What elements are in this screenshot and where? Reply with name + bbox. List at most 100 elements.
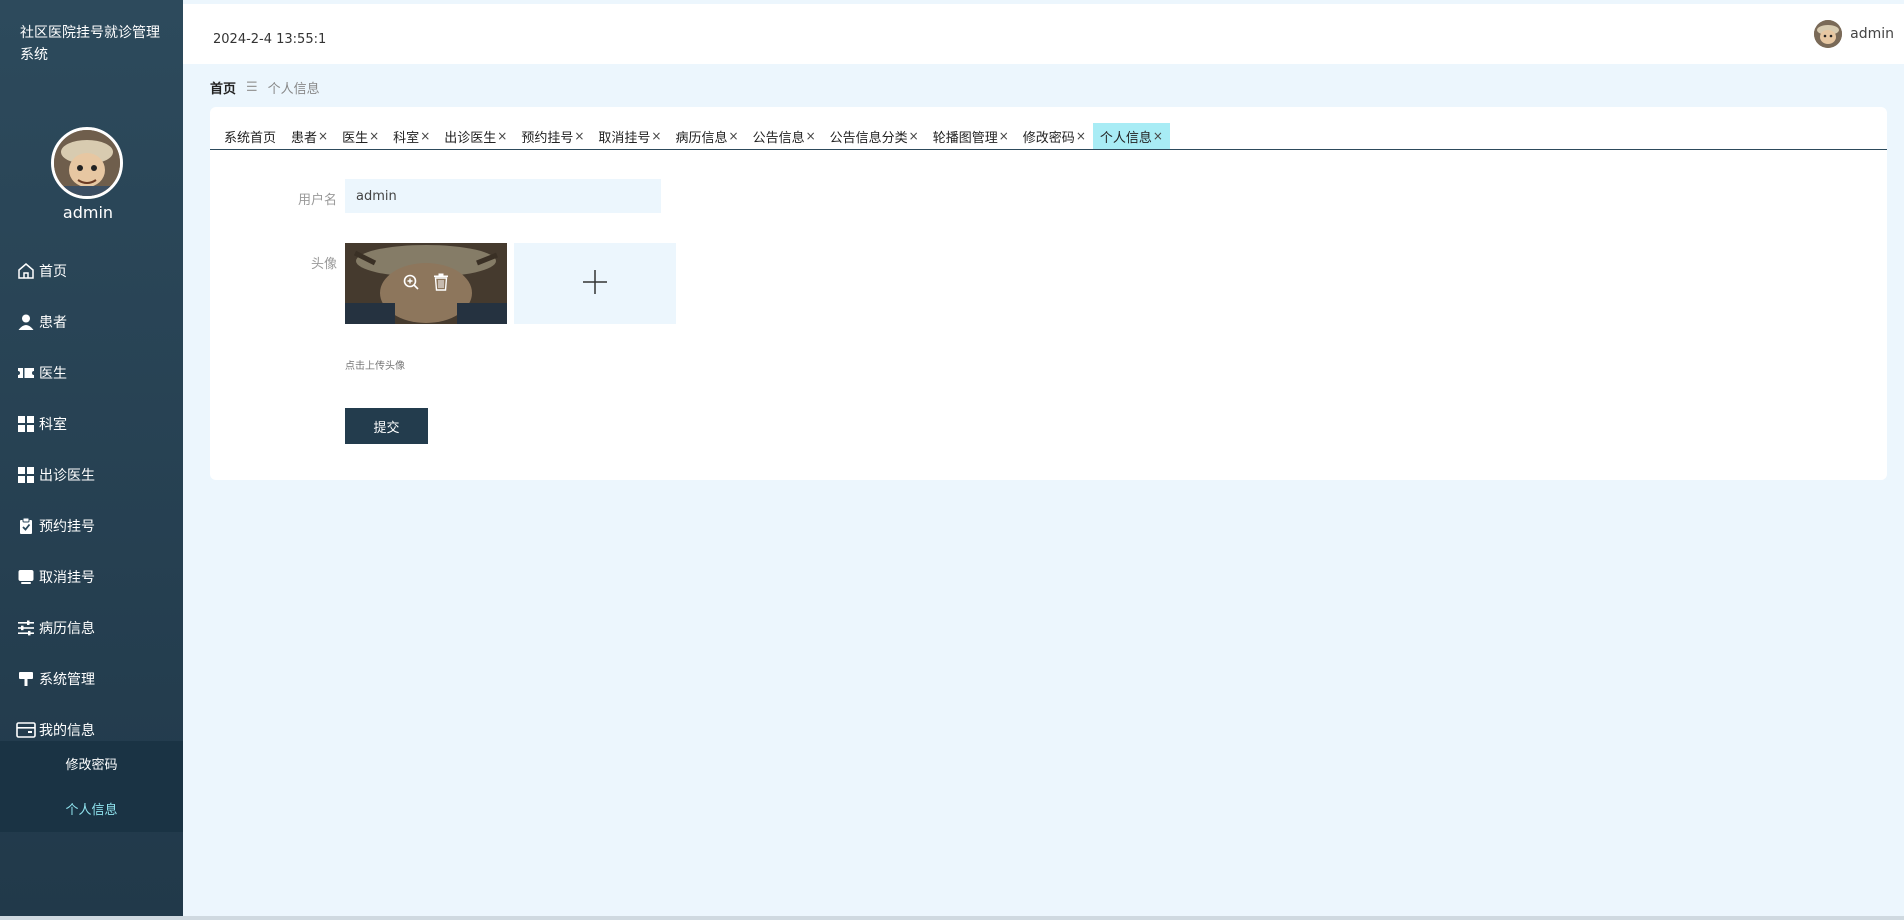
tab-announcements[interactable]: 公告信息 ×: [746, 123, 823, 149]
zoom-in-icon[interactable]: [403, 274, 419, 294]
breadcrumb-separator-icon: ☰: [246, 80, 258, 95]
grid-icon: [16, 414, 36, 434]
upload-hint: 点击上传头像: [345, 361, 405, 372]
sidebar-item-label: 出诊医生: [39, 467, 95, 484]
tab-label: 轮播图管理: [932, 130, 998, 146]
ticket-icon: [16, 363, 36, 383]
username-label: 用户名: [297, 193, 337, 208]
tab-change-password[interactable]: 修改密码 ×: [1016, 123, 1093, 149]
sidebar-item-medical-records[interactable]: 病历信息: [0, 602, 183, 653]
tab-visiting-doctors[interactable]: 出诊医生 ×: [437, 123, 514, 149]
brush-icon: [16, 669, 36, 689]
close-icon[interactable]: ×: [1076, 129, 1086, 143]
avatar-image-icon: [1814, 20, 1843, 48]
tab-label: 出诊医生: [444, 130, 497, 146]
sliders-icon: [16, 618, 36, 638]
tab-appointments[interactable]: 预约挂号 ×: [514, 123, 591, 149]
breadcrumb-home[interactable]: 首页: [210, 78, 236, 97]
tab-label: 个人信息: [1099, 130, 1152, 146]
sidebar-item-label: 预约挂号: [39, 518, 95, 535]
app-title: 社区医院挂号就诊管理系统: [20, 25, 160, 63]
sidebar-item-label: 医生: [39, 365, 67, 382]
close-icon[interactable]: ×: [999, 129, 1009, 143]
sidebar-item-doctors[interactable]: 医生: [0, 347, 183, 398]
submit-button[interactable]: 提交: [345, 408, 428, 444]
sidebar-subitem-personal-info[interactable]: 个人信息: [0, 786, 183, 831]
username-input[interactable]: [345, 179, 661, 213]
tab-bar: 系统首页 患者 × 医生 × 科室 × 出诊医生 × 预约挂号 × 取消挂号 × 病历信息 ×…: [210, 123, 1887, 150]
tab-cancel-appointments[interactable]: 取消挂号 ×: [591, 123, 668, 149]
sidebar: 社区医院挂号就诊管理系统 admin 首页 患者 医生 科室 出诊医生 预约挂号…: [0, 0, 183, 916]
clipboard-check-icon: [16, 516, 36, 536]
sidebar-item-label: 首页: [39, 263, 67, 280]
avatar: [1814, 20, 1843, 48]
sidebar-item-label: 取消挂号: [39, 569, 95, 586]
delete-icon[interactable]: [433, 273, 449, 295]
tab-label: 系统首页: [224, 130, 277, 146]
close-icon[interactable]: ×: [574, 129, 584, 143]
tab-label: 公告信息分类: [829, 130, 908, 146]
monitor-icon: [16, 567, 36, 587]
main-card: 系统首页 患者 × 医生 × 科室 × 出诊医生 × 预约挂号 × 取消挂号 × 病历信息 ×…: [210, 107, 1887, 480]
tab-medical-records[interactable]: 病历信息 ×: [668, 123, 745, 149]
close-icon[interactable]: ×: [806, 129, 816, 143]
sidebar-username: admin: [62, 203, 114, 222]
current-datetime: 2024-2-4 13:55:1: [213, 32, 327, 47]
close-icon[interactable]: ×: [909, 129, 919, 143]
sidebar-item-cancel-appointments[interactable]: 取消挂号: [0, 551, 183, 602]
avatar-image-icon: [54, 130, 120, 196]
tab-departments[interactable]: 科室 ×: [386, 123, 437, 149]
close-icon[interactable]: ×: [651, 129, 661, 143]
sidebar-item-visiting-doctors[interactable]: 出诊医生: [0, 449, 183, 500]
breadcrumb: 首页 ☰ 个人信息: [210, 78, 320, 97]
tab-label: 患者: [291, 130, 318, 146]
thumbnail-actions: [345, 243, 507, 324]
sidebar-submenu-my-info: 修改密码 个人信息: [0, 741, 183, 832]
tab-system-home[interactable]: 系统首页: [217, 123, 284, 149]
sidebar-subitem-change-password[interactable]: 修改密码: [0, 741, 183, 786]
home-icon: [16, 261, 36, 281]
grid-icon: [16, 465, 36, 485]
sidebar-item-home[interactable]: 首页: [0, 245, 183, 296]
avatar-thumbnail[interactable]: [345, 243, 507, 324]
sidebar-item-label: 系统管理: [39, 671, 95, 688]
tab-carousel-management[interactable]: 轮播图管理 ×: [926, 123, 1016, 149]
close-icon[interactable]: ×: [497, 129, 507, 143]
user-icon: [16, 312, 36, 332]
bottom-border: [0, 916, 1904, 920]
tab-personal-info[interactable]: 个人信息 ×: [1092, 123, 1170, 149]
tab-label: 公告信息: [752, 130, 805, 146]
top-username: admin: [1850, 26, 1894, 42]
sidebar-item-label: 科室: [39, 416, 67, 433]
plus-icon: [581, 268, 609, 300]
avatar-upload-button[interactable]: [514, 243, 676, 324]
avatar-label: 头像: [310, 257, 337, 272]
avatar: [51, 127, 123, 199]
tab-label: 修改密码: [1022, 130, 1075, 146]
close-icon[interactable]: ×: [1153, 129, 1163, 143]
sidebar-menu: 首页 患者 医生 科室 出诊医生 预约挂号 取消挂号 病历信息 系统管理 我的信…: [0, 245, 183, 755]
tab-label: 科室: [393, 130, 420, 146]
tab-label: 医生: [342, 130, 369, 146]
top-user-menu[interactable]: admin: [1814, 20, 1894, 48]
tab-announcement-categories[interactable]: 公告信息分类 ×: [823, 123, 926, 149]
tab-doctors[interactable]: 医生 ×: [335, 123, 386, 149]
sidebar-item-patients[interactable]: 患者: [0, 296, 183, 347]
close-icon[interactable]: ×: [420, 129, 430, 143]
sidebar-item-departments[interactable]: 科室: [0, 398, 183, 449]
close-icon[interactable]: ×: [318, 129, 328, 143]
close-icon[interactable]: ×: [369, 129, 379, 143]
tab-label: 取消挂号: [598, 130, 651, 146]
breadcrumb-current: 个人信息: [267, 82, 320, 97]
sidebar-item-label: 病历信息: [39, 620, 95, 637]
top-bar: 2024-2-4 13:55:1 admin: [183, 4, 1904, 64]
sidebar-item-system-management[interactable]: 系统管理: [0, 653, 183, 704]
wallet-icon: [16, 720, 36, 740]
sidebar-item-appointments[interactable]: 预约挂号: [0, 500, 183, 551]
tab-label: 病历信息: [675, 130, 728, 146]
sidebar-item-label: 我的信息: [39, 722, 95, 739]
tab-patients[interactable]: 患者 ×: [284, 123, 335, 149]
close-icon[interactable]: ×: [729, 129, 739, 143]
sidebar-item-label: 患者: [39, 314, 67, 331]
tab-label: 预约挂号: [521, 130, 574, 146]
